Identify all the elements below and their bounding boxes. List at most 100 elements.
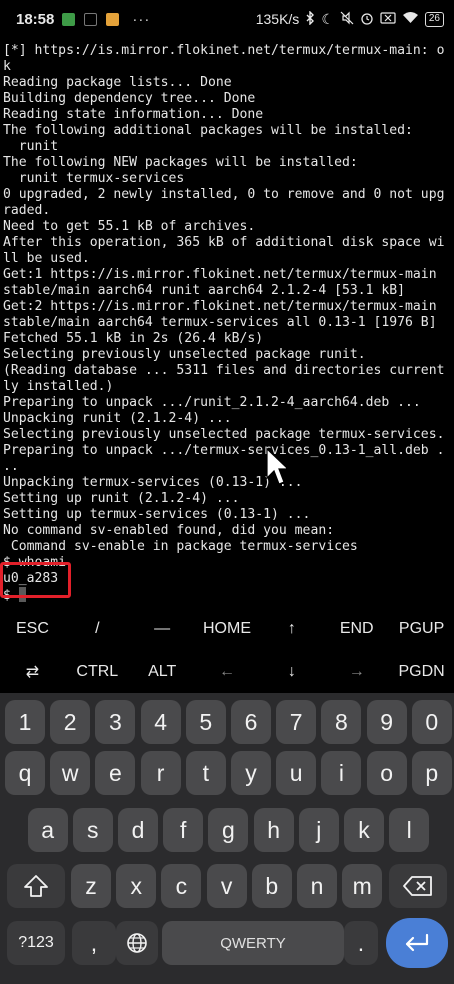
backspace-key[interactable] [389, 864, 447, 908]
network-speed: 135K/s [255, 11, 300, 27]
key-c[interactable]: c [161, 864, 202, 908]
mute-icon [340, 11, 354, 28]
ctrl-key[interactable]: CTRL [65, 650, 130, 693]
key-z[interactable]: z [71, 864, 111, 908]
symbols-key[interactable]: ?123 [7, 921, 65, 965]
terminal-notification-icon [84, 12, 98, 26]
key-x[interactable]: x [116, 864, 157, 908]
key-o[interactable]: o [366, 751, 407, 795]
shift-icon [24, 875, 48, 897]
enter-icon [405, 933, 429, 952]
terminal-output[interactable]: [*] https://is.mirror.flokinet.net/termu… [3, 43, 454, 603]
terminal-line: .. [3, 459, 19, 474]
wifi-icon [402, 11, 419, 27]
keyboard-row-z: zxcvbnm [0, 864, 454, 914]
key-q[interactable]: q [5, 751, 45, 795]
terminal-line: After this operation, 365 kB of addition… [3, 235, 445, 250]
key-6[interactable]: 6 [231, 700, 271, 744]
key-f[interactable]: f [163, 808, 204, 852]
key-m[interactable]: m [342, 864, 383, 908]
key-s[interactable]: s [72, 808, 113, 852]
esc-key[interactable]: ESC [0, 607, 65, 650]
key-l[interactable]: l [389, 808, 430, 852]
extra-keys-row-2: ⇄ CTRL ALT ← ↓ → PGDN [0, 650, 454, 693]
terminal-line: Get:2 https://is.mirror.flokinet.net/ter… [3, 299, 437, 314]
terminal-line: stable/main aarch64 runit aarch64 2.1.2-… [3, 283, 406, 298]
terminal-line: raded. [3, 203, 51, 218]
toggle-keyboard-key[interactable]: ⇄ [0, 650, 65, 693]
terminal-line: Building dependency tree... Done [3, 91, 256, 106]
key-8[interactable]: 8 [321, 700, 362, 744]
key-i[interactable]: i [321, 751, 362, 795]
terminal-line: 0 upgraded, 2 newly installed, 0 to remo… [3, 187, 445, 202]
pgup-key[interactable]: PGUP [389, 607, 454, 650]
space-bar[interactable]: QWERTY [162, 921, 344, 965]
key-y[interactable]: y [231, 751, 271, 795]
globe-icon [127, 933, 147, 953]
keyboard-row-a: asdfghjkl [0, 808, 454, 858]
terminal-line: stable/main aarch64 termux-services all … [3, 315, 437, 330]
terminal-line: [*] https://is.mirror.flokinet.net/termu… [3, 43, 445, 58]
key-h[interactable]: h [253, 808, 294, 852]
right-arrow-key[interactable]: → [324, 650, 389, 693]
key-b[interactable]: b [251, 864, 292, 908]
terminal-line: The following additional packages will b… [3, 123, 413, 138]
home-key[interactable]: HOME [195, 607, 260, 650]
slash-key[interactable]: / [65, 607, 130, 650]
up-arrow-key[interactable]: ↑ [259, 607, 324, 650]
globe-key[interactable] [116, 921, 158, 965]
key-7[interactable]: 7 [276, 700, 317, 744]
key-v[interactable]: v [206, 864, 247, 908]
key-j[interactable]: j [298, 808, 339, 852]
left-arrow-key[interactable]: ← [195, 650, 260, 693]
shift-key[interactable] [7, 864, 65, 908]
key-d[interactable]: d [118, 808, 158, 852]
soft-keyboard: 1234567890 qwertyuiop asdfghjkl zxcvbnm … [0, 693, 454, 984]
key-2[interactable]: 2 [50, 700, 91, 744]
app-notification-icon [62, 12, 76, 26]
no-sim-icon [380, 11, 396, 27]
app-notification-icon-2 [106, 12, 120, 26]
key-4[interactable]: 4 [140, 700, 181, 744]
terminal-line: Reading state information... Done [3, 107, 264, 122]
terminal-line: runit termux-services [3, 171, 185, 186]
period-key[interactable]: . [344, 921, 378, 965]
terminal-line: Selecting previously unselected package … [3, 427, 445, 442]
key-3[interactable]: 3 [95, 700, 136, 744]
alt-key[interactable]: ALT [130, 650, 195, 693]
key-n[interactable]: n [297, 864, 337, 908]
terminal-line: Unpacking runit (2.1.2-4) ... [3, 411, 232, 426]
end-key[interactable]: END [324, 607, 389, 650]
key-5[interactable]: 5 [185, 700, 226, 744]
key-w[interactable]: w [50, 751, 91, 795]
terminal-line: (Reading database ... 5311 files and dir… [3, 363, 445, 378]
dnd-moon-icon: ☾ [321, 10, 334, 27]
key-t[interactable]: t [185, 751, 226, 795]
key-e[interactable]: e [95, 751, 136, 795]
terminal-line: Need to get 55.1 kB of archives. [3, 219, 256, 234]
key-0[interactable]: 0 [411, 700, 452, 744]
enter-key[interactable] [386, 918, 448, 968]
key-u[interactable]: u [276, 751, 317, 795]
key-k[interactable]: k [344, 808, 384, 852]
terminal-line: Setting up runit (2.1.2-4) ... [3, 491, 240, 506]
down-arrow-key[interactable]: ↓ [259, 650, 324, 693]
terminal-line: No command sv-enabled found, did you mea… [3, 523, 335, 538]
key-9[interactable]: 9 [366, 700, 407, 744]
extra-keys-bar: ESC / — HOME ↑ END PGUP ⇄ CTRL ALT ← ↓ → PGDN [0, 607, 454, 693]
keyboard-row-q: qwertyuiop [0, 751, 454, 801]
key-p[interactable]: p [411, 751, 452, 795]
key-a[interactable]: a [27, 808, 68, 852]
keyboard-row-numbers: 1234567890 [0, 700, 454, 750]
dash-key[interactable]: — [130, 607, 195, 650]
terminal-line: Setting up termux-services (0.13-1) ... [3, 507, 311, 522]
status-bar: 18:58 ··· 135K/s ☾ 26 [0, 0, 454, 38]
key-1[interactable]: 1 [5, 700, 45, 744]
pgdn-key[interactable]: PGDN [389, 650, 454, 693]
terminal-line: ll be used. [3, 251, 90, 266]
terminal-line: Command sv-enable in package termux-serv… [3, 539, 358, 554]
key-r[interactable]: r [140, 751, 181, 795]
comma-key[interactable]: , [72, 921, 116, 965]
terminal-line: ly installed.) [3, 379, 114, 394]
key-g[interactable]: g [208, 808, 249, 852]
